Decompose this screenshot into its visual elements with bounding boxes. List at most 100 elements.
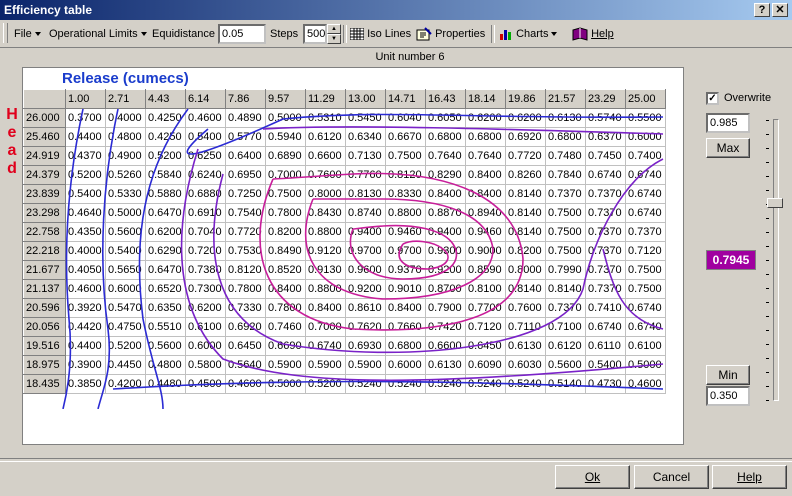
- efficiency-cell[interactable]: 0.8330: [385, 184, 426, 204]
- efficiency-cell[interactable]: 0.7760: [345, 165, 386, 185]
- efficiency-cell[interactable]: 0.5400: [185, 127, 226, 147]
- efficiency-cell[interactable]: 0.5310: [305, 108, 346, 128]
- efficiency-cell[interactable]: 0.5000: [625, 355, 666, 375]
- efficiency-cell[interactable]: 0.6000: [625, 127, 666, 147]
- efficiency-cell[interactable]: 0.5240: [345, 374, 386, 394]
- efficiency-cell[interactable]: 0.8260: [505, 165, 546, 185]
- efficiency-cell[interactable]: 0.6740: [625, 317, 666, 337]
- efficiency-cell[interactable]: 0.7720: [505, 146, 546, 166]
- efficiency-cell[interactable]: 0.9600: [345, 260, 386, 280]
- efficiency-cell[interactable]: 0.6470: [145, 203, 186, 223]
- min-button[interactable]: Min: [706, 365, 750, 385]
- efficiency-cell[interactable]: 0.5880: [145, 184, 186, 204]
- efficiency-cell[interactable]: 0.6000: [385, 355, 426, 375]
- efficiency-cell[interactable]: 0.6000: [185, 336, 226, 356]
- efficiency-cell[interactable]: 0.5240: [465, 374, 506, 394]
- equidistance-input[interactable]: 0.05: [218, 24, 266, 44]
- efficiency-cell[interactable]: 0.6040: [385, 108, 426, 128]
- efficiency-cell[interactable]: 0.6200: [465, 108, 506, 128]
- efficiency-cell[interactable]: 0.6110: [585, 336, 626, 356]
- efficiency-cell[interactable]: 0.8140: [505, 184, 546, 204]
- file-menu[interactable]: File: [10, 25, 45, 43]
- efficiency-cell[interactable]: 0.8590: [465, 260, 506, 280]
- chevron-up-icon[interactable]: ▲: [327, 24, 341, 34]
- efficiency-cell[interactable]: 0.8400: [465, 184, 506, 204]
- efficiency-cell[interactable]: 0.4900: [105, 146, 146, 166]
- efficiency-cell[interactable]: 0.6130: [545, 108, 586, 128]
- efficiency-cell[interactable]: 0.8520: [265, 260, 306, 280]
- efficiency-cell[interactable]: 0.6890: [265, 146, 306, 166]
- efficiency-cell[interactable]: 0.8800: [305, 222, 346, 242]
- efficiency-cell[interactable]: 0.8000: [505, 260, 546, 280]
- efficiency-cell[interactable]: 0.4800: [145, 355, 186, 375]
- efficiency-cell[interactable]: 0.9300: [425, 241, 466, 261]
- efficiency-cell[interactable]: 0.5640: [225, 355, 266, 375]
- efficiency-cell[interactable]: 0.5200: [305, 374, 346, 394]
- efficiency-cell[interactable]: 0.6910: [185, 203, 226, 223]
- efficiency-cell[interactable]: 0.7660: [385, 317, 426, 337]
- steps-input[interactable]: 500: [303, 24, 327, 44]
- properties-button[interactable]: Properties: [412, 25, 489, 43]
- efficiency-cell[interactable]: 0.8800: [385, 203, 426, 223]
- efficiency-cell[interactable]: 0.4450: [105, 355, 146, 375]
- efficiency-cell[interactable]: 0.5510: [145, 317, 186, 337]
- efficiency-cell[interactable]: 0.6400: [225, 146, 266, 166]
- efficiency-cell[interactable]: 0.5200: [105, 336, 146, 356]
- efficiency-cell[interactable]: 0.9400: [345, 222, 386, 242]
- efficiency-cell[interactable]: 0.8140: [505, 279, 546, 299]
- efficiency-cell[interactable]: 0.6740: [625, 203, 666, 223]
- efficiency-cell[interactable]: 0.6800: [425, 127, 466, 147]
- efficiency-cell[interactable]: 0.6050: [425, 108, 466, 128]
- efficiency-cell[interactable]: 0.7400: [625, 146, 666, 166]
- efficiency-cell[interactable]: 0.7370: [585, 279, 626, 299]
- efficiency-cell[interactable]: 0.5200: [65, 165, 106, 185]
- efficiency-cell[interactable]: 0.6920: [225, 317, 266, 337]
- efficiency-cell[interactable]: 0.9010: [385, 279, 426, 299]
- efficiency-cell[interactable]: 0.7370: [545, 298, 586, 318]
- efficiency-cell[interactable]: 0.6200: [185, 298, 226, 318]
- efficiency-cell[interactable]: 0.8400: [385, 298, 426, 318]
- efficiency-cell[interactable]: 0.9700: [385, 241, 426, 261]
- efficiency-cell[interactable]: 0.7800: [265, 203, 306, 223]
- value-slider-track[interactable]: [773, 119, 779, 401]
- efficiency-cell[interactable]: 0.5470: [105, 298, 146, 318]
- efficiency-cell[interactable]: 0.7540: [225, 203, 266, 223]
- efficiency-cell[interactable]: 0.6740: [305, 336, 346, 356]
- efficiency-cell[interactable]: 0.4890: [225, 108, 266, 128]
- efficiency-cell[interactable]: 0.7370: [625, 222, 666, 242]
- efficiency-cell[interactable]: 0.7460: [265, 317, 306, 337]
- efficiency-cell[interactable]: 0.7640: [425, 146, 466, 166]
- efficiency-cell[interactable]: 0.5600: [145, 336, 186, 356]
- efficiency-cell[interactable]: 0.7330: [225, 298, 266, 318]
- efficiency-cell[interactable]: 0.5900: [305, 355, 346, 375]
- efficiency-cell[interactable]: 0.7480: [545, 146, 586, 166]
- efficiency-cell[interactable]: 0.8430: [305, 203, 346, 223]
- efficiency-cell[interactable]: 0.5840: [145, 165, 186, 185]
- efficiency-cell[interactable]: 0.4250: [145, 108, 186, 128]
- efficiency-cell[interactable]: 0.7420: [425, 317, 466, 337]
- efficiency-cell[interactable]: 0.8130: [345, 184, 386, 204]
- efficiency-cell[interactable]: 0.7530: [225, 241, 266, 261]
- efficiency-cell[interactable]: 0.6100: [185, 317, 226, 337]
- efficiency-cell[interactable]: 0.5600: [545, 355, 586, 375]
- efficiency-cell[interactable]: 0.6200: [505, 108, 546, 128]
- efficiency-cell[interactable]: 0.6740: [625, 184, 666, 204]
- efficiency-cell[interactable]: 0.6250: [185, 146, 226, 166]
- efficiency-cell[interactable]: 0.7500: [265, 184, 306, 204]
- efficiency-cell[interactable]: 0.6130: [505, 336, 546, 356]
- efficiency-cell[interactable]: 0.5400: [585, 355, 626, 375]
- efficiency-cell[interactable]: 0.6740: [625, 298, 666, 318]
- efficiency-cell[interactable]: 0.7380: [185, 260, 226, 280]
- efficiency-cell[interactable]: 0.6690: [265, 336, 306, 356]
- efficiency-cell[interactable]: 0.7370: [585, 184, 626, 204]
- efficiency-cell[interactable]: 0.5000: [265, 374, 306, 394]
- efficiency-cell[interactable]: 0.5450: [345, 108, 386, 128]
- efficiency-cell[interactable]: 0.7370: [545, 184, 586, 204]
- efficiency-cell[interactable]: 0.7900: [425, 298, 466, 318]
- efficiency-cell[interactable]: 0.4000: [65, 241, 106, 261]
- efficiency-cell[interactable]: 0.7640: [465, 146, 506, 166]
- efficiency-cell[interactable]: 0.7840: [545, 165, 586, 185]
- efficiency-cell[interactable]: 0.4350: [65, 222, 106, 242]
- efficiency-cell[interactable]: 0.3700: [65, 108, 106, 128]
- efficiency-cell[interactable]: 0.9200: [425, 260, 466, 280]
